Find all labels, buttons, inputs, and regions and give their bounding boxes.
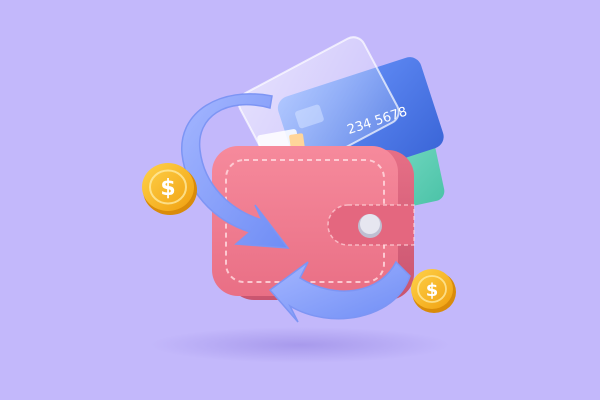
coin-symbol: $ <box>160 176 175 201</box>
ground-shadow <box>150 327 450 363</box>
illustration-scene: 234 5678 <box>0 0 600 400</box>
wallet-illustration: 234 5678 <box>142 36 456 363</box>
dollar-coin-icon: $ <box>411 269 456 313</box>
coin-symbol-right: $ <box>426 280 439 301</box>
wallet-clasp <box>358 214 382 238</box>
